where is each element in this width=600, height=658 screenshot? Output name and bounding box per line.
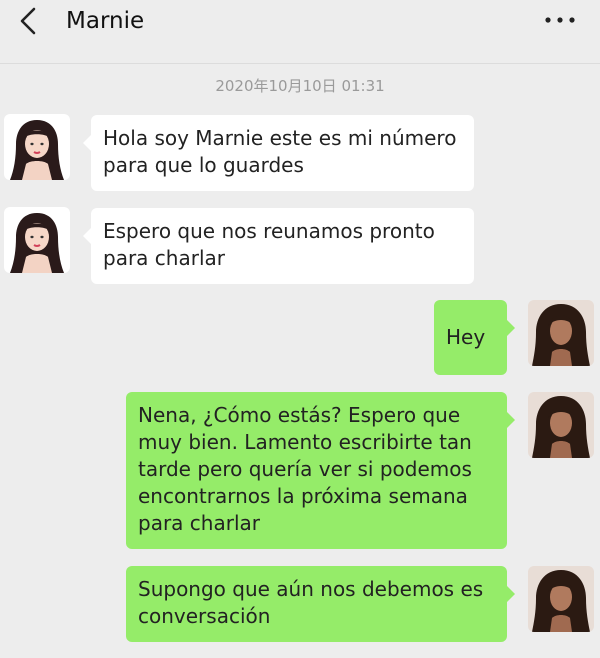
- message-bubble-incoming[interactable]: Espero que nos reunamos pronto para char…: [83, 208, 474, 284]
- chevron-left-icon: [20, 7, 36, 35]
- user-avatar[interactable]: [528, 392, 594, 458]
- contact-avatar-illustration: [4, 207, 70, 273]
- chat-title: Marnie: [66, 8, 145, 34]
- contact-avatar[interactable]: [4, 114, 70, 180]
- chat-header: Marnie: [0, 0, 600, 64]
- message-bubble-outgoing[interactable]: Hey: [434, 300, 515, 375]
- message-text: Espero que nos reunamos pronto para char…: [103, 219, 435, 270]
- user-avatar-photo: [528, 392, 594, 458]
- more-dots-icon: [545, 17, 575, 23]
- message-text: Hey: [446, 325, 486, 349]
- more-options-button[interactable]: [542, 8, 578, 32]
- user-avatar-photo: [528, 300, 594, 366]
- user-avatar[interactable]: [528, 566, 594, 632]
- user-avatar-photo: [528, 566, 594, 632]
- message-timestamp: 2020年10月10日 01:31: [215, 77, 385, 95]
- message-text: Supongo que aún nos debemos es conversac…: [138, 577, 484, 628]
- message-bubble-incoming[interactable]: Hola soy Marnie este es mi número para q…: [83, 115, 474, 191]
- back-button[interactable]: [14, 6, 44, 36]
- message-bubble-outgoing[interactable]: Supongo que aún nos debemos es conversac…: [126, 566, 515, 642]
- message-text: Nena, ¿Cómo estás? Espero que muy bien. …: [138, 403, 472, 535]
- message-bubble-outgoing[interactable]: Nena, ¿Cómo estás? Espero que muy bien. …: [126, 392, 515, 549]
- user-avatar[interactable]: [528, 300, 594, 366]
- contact-avatar[interactable]: [4, 207, 70, 273]
- contact-avatar-illustration: [4, 114, 70, 180]
- message-text: Hola soy Marnie este es mi número para q…: [103, 126, 457, 177]
